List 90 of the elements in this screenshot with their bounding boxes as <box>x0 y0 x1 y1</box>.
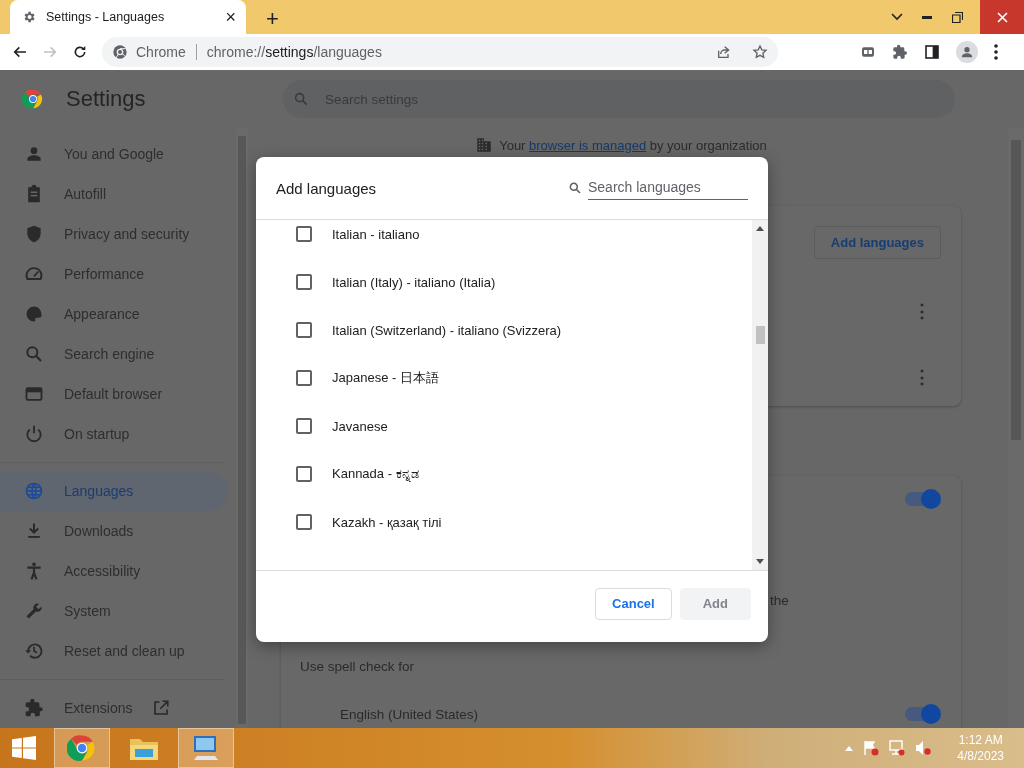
sidebar-item[interactable]: Privacy and security <box>0 214 228 254</box>
checkbox[interactable] <box>296 370 312 386</box>
scrollbar-thumb[interactable] <box>755 326 765 344</box>
browser-tab[interactable]: Settings - Languages × <box>10 0 246 34</box>
section-label: Use spell check for <box>300 658 415 674</box>
managed-link[interactable]: browser is managed <box>529 137 647 153</box>
back-icon[interactable] <box>12 44 28 60</box>
palette-icon <box>24 304 44 324</box>
sidebar-item[interactable]: System <box>0 591 228 631</box>
managed-notice: Your browser is managed by your organization <box>499 137 767 153</box>
puzzle-icon[interactable] <box>892 44 908 60</box>
checkbox[interactable] <box>296 514 312 530</box>
sidebar-item[interactable]: Downloads <box>0 511 228 551</box>
language-name: English (United States) <box>340 706 479 722</box>
checkbox[interactable] <box>296 466 312 482</box>
person-icon <box>24 144 44 164</box>
sidebar-item[interactable]: Autofill <box>0 174 228 214</box>
gear-icon <box>22 10 36 24</box>
side-panel-icon[interactable] <box>924 44 940 60</box>
building-icon <box>475 136 494 154</box>
sidebar-item[interactable]: On startup <box>0 414 228 454</box>
toggle-switch[interactable] <box>905 704 941 724</box>
power-icon <box>24 424 44 444</box>
share-icon[interactable] <box>716 44 732 60</box>
page-title: Settings <box>66 86 146 112</box>
restore-icon[interactable] <box>951 11 963 23</box>
more-menu-button[interactable]: ⋮ <box>913 302 931 320</box>
accessibility-icon <box>24 561 44 581</box>
language-option: Kazakh - қазақ тілі <box>332 514 442 530</box>
scroll-down-icon[interactable] <box>756 559 764 564</box>
language-option: Javanese <box>332 418 388 434</box>
toggle-switch[interactable] <box>905 489 941 509</box>
sidebar-item[interactable]: Languages <box>0 471 228 511</box>
globe-icon <box>24 481 44 501</box>
checkbox[interactable] <box>296 226 312 242</box>
search-icon <box>24 344 44 364</box>
external-link-icon <box>152 699 171 717</box>
computer-icon[interactable] <box>191 734 221 762</box>
chrome-taskbar-icon <box>67 733 97 763</box>
sidebar-item[interactable]: Accessibility <box>0 551 228 591</box>
search-icon <box>293 91 309 107</box>
chrome-icon <box>112 44 128 60</box>
sidebar-item[interactable]: Search engine <box>0 334 228 374</box>
person-icon <box>960 45 974 59</box>
scroll-up-icon[interactable] <box>756 226 764 231</box>
more-menu-button[interactable]: ⋮ <box>913 368 931 386</box>
chrome-logo <box>22 88 44 110</box>
tab-close-button[interactable]: × <box>225 8 236 26</box>
network-icon[interactable] <box>889 740 906 756</box>
shield-icon <box>24 224 44 244</box>
cancel-button[interactable]: Cancel <box>595 587 672 620</box>
sidebar-item[interactable]: You and Google <box>0 134 228 174</box>
clock[interactable]: 1:12 AM 4/8/2023 <box>957 732 1004 764</box>
puzzle-icon <box>24 698 44 718</box>
tab-title: Settings - Languages <box>46 10 166 24</box>
language-option: Italian (Switzerland) - italiano (Svizzera) <box>332 322 562 338</box>
language-option: Italian - italiano <box>332 226 420 242</box>
description-text: the <box>770 592 789 608</box>
sidebar-item[interactable]: Performance <box>0 254 228 294</box>
sidebar-item[interactable]: Default browser <box>0 374 228 414</box>
sidebar-item[interactable]: Appearance <box>0 294 228 334</box>
windows-start-icon[interactable] <box>12 736 36 760</box>
dialog-title: Add languages <box>276 179 378 197</box>
media-icon[interactable] <box>860 44 876 60</box>
sidebar-link[interactable]: Extensions <box>0 688 228 728</box>
reload-icon[interactable] <box>72 44 88 60</box>
checkbox[interactable] <box>296 274 312 290</box>
history-icon <box>24 641 44 661</box>
address-field[interactable]: chrome://settings/languages <box>206 44 716 60</box>
speaker-icon[interactable] <box>915 740 932 756</box>
close-icon <box>996 11 1008 23</box>
star-icon[interactable] <box>752 44 768 60</box>
new-tab-button[interactable]: + <box>262 8 283 30</box>
language-option: Japanese - 日本語 <box>332 369 439 387</box>
profile-avatar[interactable] <box>956 41 978 63</box>
language-option: Italian (Italy) - italiano (Italia) <box>332 274 496 290</box>
search-icon <box>568 181 582 195</box>
language-option: Kannada - ಕನ್ನಡ <box>332 466 419 482</box>
chevron-down-icon[interactable] <box>891 13 903 21</box>
browser-window-icon <box>24 384 44 404</box>
site-label: Chrome <box>136 44 186 60</box>
window-close-button[interactable] <box>980 0 1024 34</box>
flag-icon[interactable] <box>863 740 880 756</box>
wrench-icon <box>24 601 44 621</box>
checkbox[interactable] <box>296 322 312 338</box>
add-languages-button[interactable]: Add languages <box>813 226 941 259</box>
sidebar-item[interactable]: Reset and clean up <box>0 631 228 671</box>
minimize-icon[interactable] <box>922 15 932 19</box>
checkbox[interactable] <box>296 418 312 434</box>
menu-icon[interactable] <box>994 44 998 60</box>
